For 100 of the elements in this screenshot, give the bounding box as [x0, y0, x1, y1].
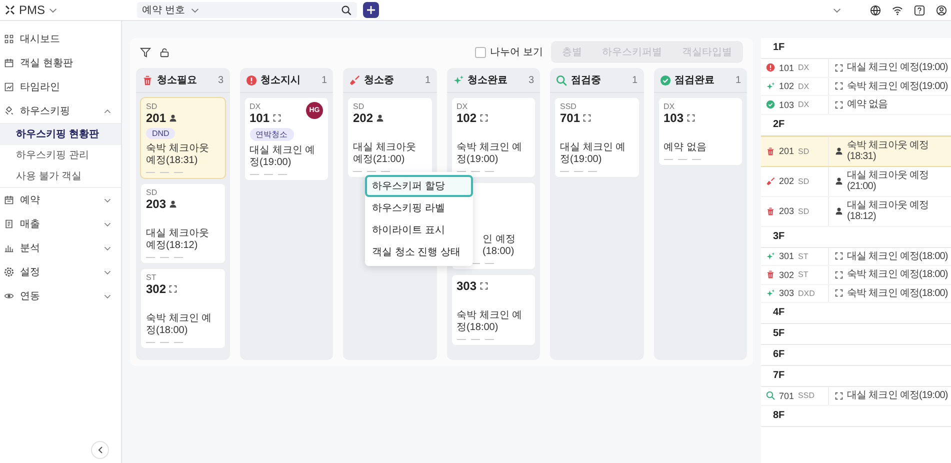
chevron-left-icon [98, 446, 102, 454]
menu-item[interactable]: 하우스키퍼 할당 [365, 175, 473, 197]
column-count: 1 [321, 74, 327, 86]
dash-marks [560, 171, 597, 172]
room-type: SD [146, 102, 158, 111]
sidebar-item[interactable]: 예약 [0, 188, 121, 212]
trash-icon [766, 270, 775, 280]
column-title: 청소완료 [468, 74, 508, 87]
trash-icon [142, 74, 153, 86]
room-row[interactable]: 101 DX 대실 체크인 예정(19:00) [761, 59, 951, 78]
floor-label: 3F [761, 226, 951, 248]
room-card[interactable]: ST 302 숙박 체크인 예정(18:00) [141, 269, 224, 348]
room-card[interactable]: DX 103 예약 없음 [658, 98, 742, 165]
reservation-note: 숙박 체크인 예정(18:00) [847, 269, 948, 280]
room-row[interactable]: 301 ST 대실 체크인 예정(18:00) [761, 248, 951, 266]
room-type: DX [250, 102, 261, 111]
search-icon[interactable] [341, 4, 352, 16]
room-type: SD [798, 176, 810, 186]
room-card[interactable]: DX 102 숙박 체크인 예정(19:00) [452, 98, 535, 177]
alert-icon [766, 63, 775, 72]
room-card[interactable]: SSD 701 대실 체크인 예정(19:00) [555, 98, 638, 177]
chevron-down-icon[interactable] [49, 8, 58, 12]
room-card[interactable]: SD 202 대실 체크아웃 예정(21:00) [348, 98, 432, 177]
alert-icon [246, 74, 256, 86]
check-icon [766, 100, 775, 110]
globe-icon[interactable] [870, 4, 881, 16]
chevron-down-icon[interactable] [104, 270, 111, 274]
sidebar-item[interactable]: 연동 [0, 284, 121, 308]
dash-marks [146, 257, 183, 258]
room-type: SD [353, 102, 364, 111]
column-title: 청소지시 [260, 74, 302, 87]
chevron-down-icon[interactable] [190, 8, 199, 12]
reservation-note: 숙박 체크인 예정(18:00) [847, 288, 948, 299]
sidebar-item[interactable]: 객실 현황판 [0, 51, 121, 75]
check-icon [660, 74, 670, 86]
column-title: 청소필요 [157, 74, 198, 87]
room-number: 202 [779, 176, 794, 186]
sparkle-icon [766, 288, 775, 298]
room-number: 201 [146, 111, 166, 125]
trash-icon [766, 146, 775, 156]
bar-chart-icon [4, 243, 14, 253]
wifi-icon[interactable] [892, 4, 903, 16]
grid-icon [4, 34, 14, 44]
chevron-down-icon[interactable] [104, 222, 111, 226]
room-card[interactable]: SD 201 DND 숙박 체크아웃 예정(18:31) [141, 98, 224, 178]
lock-icon[interactable] [159, 46, 170, 58]
search-scope[interactable]: 예약 번호 [142, 3, 185, 17]
calendar-icon [4, 58, 14, 68]
sidebar-item[interactable]: 매출 [0, 212, 121, 236]
help-icon[interactable] [914, 4, 925, 16]
chevron-down-icon[interactable] [833, 8, 841, 12]
column-count: 1 [424, 74, 430, 86]
sidebar-subitem[interactable]: 사용 불가 객실 [0, 166, 121, 187]
split-view-checkbox[interactable]: 나누어 보기 [475, 45, 543, 59]
logo-icon [5, 5, 15, 15]
room-type: DXD [798, 288, 815, 298]
room-card[interactable]: SD 203 대실 체크아웃 예정(18:12) [141, 184, 224, 263]
reservation-note: 대실 체크아웃 예정(21:00) [847, 170, 930, 192]
room-row[interactable]: 103 DX 예약 없음 [761, 96, 951, 114]
floor-label: 1F [761, 38, 951, 59]
dash-marks [146, 342, 183, 343]
search-field[interactable]: 예약 번호 [137, 2, 357, 18]
room-row[interactable]: 202 SD 대실 체크아웃 예정(21:00) [761, 166, 951, 196]
room-row[interactable]: 701 SSD 대실 체크인 예정(19:00) [761, 387, 951, 406]
room-card[interactable]: 303 숙박 체크인 예정(18:00) [452, 275, 535, 345]
reservation-note: 예약 없음 [847, 99, 888, 110]
chevron-down-icon[interactable] [104, 198, 111, 202]
sidebar-subitem[interactable]: 하우스키핑 관리 [0, 145, 121, 166]
room-row[interactable]: 201 SD 숙박 체크아웃 예정(18:31) [761, 136, 951, 166]
room-row[interactable]: 102 DX 숙박 체크인 예정(19:00) [761, 78, 951, 96]
chevron-down-icon[interactable] [104, 294, 111, 298]
room-row[interactable]: 203 SD 대실 체크아웃 예정(18:12) [761, 196, 951, 226]
user-icon[interactable] [936, 4, 947, 16]
add-button[interactable] [363, 2, 379, 18]
calendar-icon [4, 195, 14, 205]
room-number: 203 [779, 206, 794, 216]
reservation-note: 인 예정(18:00) [482, 234, 516, 258]
chevron-down-icon[interactable] [104, 246, 111, 250]
column-title: 청소중 [364, 74, 395, 87]
sidebar-item[interactable]: 하우스키핑 [0, 99, 121, 123]
sidebar-item[interactable]: 타임라인 [0, 75, 121, 99]
room-row[interactable]: 302 ST 숙박 체크인 예정(18:00) [761, 266, 951, 284]
sidebar-item[interactable]: 설정 [0, 260, 121, 284]
filter-icon[interactable] [140, 46, 151, 58]
sidebar-subitem[interactable]: 하우스키핑 현황판 [0, 124, 121, 145]
floor-label: 7F [761, 366, 951, 387]
reservation-note: 예약 없음 [664, 142, 708, 154]
search-icon [766, 391, 775, 400]
room-type: ST [798, 252, 808, 261]
room-number: 302 [146, 282, 166, 296]
room-number: 101 [250, 111, 270, 125]
sidebar-item[interactable]: 분석 [0, 236, 121, 260]
collapse-button[interactable] [91, 441, 109, 459]
room-type: SD [146, 188, 158, 197]
search-icon [556, 74, 567, 86]
floor-label: 4F [761, 303, 951, 324]
room-number: 203 [146, 197, 166, 211]
room-row[interactable]: 303 DXD 숙박 체크인 예정(18:00) [761, 284, 951, 303]
chevron-up-icon[interactable] [104, 108, 111, 114]
sidebar-item[interactable]: 대시보드 [0, 27, 121, 51]
